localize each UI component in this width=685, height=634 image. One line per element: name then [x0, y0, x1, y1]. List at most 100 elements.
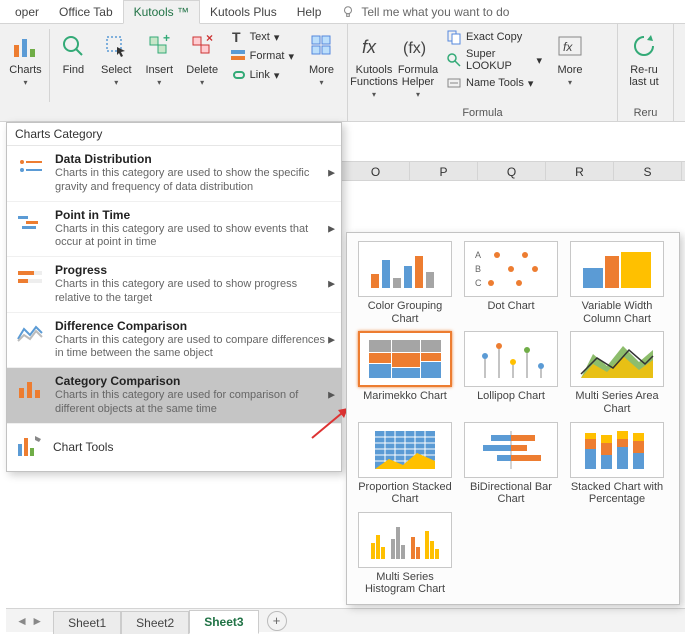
add-sheet-button[interactable]: + — [267, 611, 287, 631]
sheet-scroll-arrows[interactable]: ◄ ► — [6, 614, 53, 628]
gallery-item-label: Proportion Stacked Chart — [355, 478, 455, 506]
ribbon-tabs: oper Office Tab Kutools ™ Kutools Plus H… — [0, 0, 685, 24]
svg-text:×: × — [206, 33, 213, 45]
col-header[interactable]: O — [342, 162, 410, 180]
insert-button[interactable]: + Insert — [138, 26, 181, 91]
chart-thumb-icon — [464, 422, 558, 478]
svg-text:+: + — [163, 33, 170, 45]
name-tools-button[interactable]: Name Tools ▾ — [442, 74, 546, 92]
tell-me-search[interactable]: Tell me what you want to do — [331, 1, 519, 23]
col-header[interactable]: P — [410, 162, 478, 180]
gallery-item-color-grouping[interactable]: Color Grouping Chart — [355, 241, 455, 325]
dropdown-item-desc: Charts in this category are used to show… — [55, 278, 333, 306]
dropdown-item-data-distribution[interactable]: Data DistributionCharts in this category… — [7, 146, 341, 202]
dropdown-item-desc: Charts in this category are used to comp… — [55, 334, 333, 362]
gallery-item-label: Lollipop Chart — [475, 387, 547, 413]
svg-text:A: A — [475, 250, 481, 260]
dropdown-item-category-comparison[interactable]: Category ComparisonCharts in this catego… — [7, 368, 341, 424]
chevron-right-icon: ▶ — [328, 279, 335, 290]
charts-button[interactable]: Charts — [4, 26, 47, 91]
dropdown-item-title: Difference Comparison — [55, 319, 333, 333]
formula-group-label: Formula — [352, 105, 613, 121]
text-button[interactable]: TText ▾ — [226, 28, 298, 46]
gallery-item-lollipop[interactable]: Lollipop Chart — [461, 331, 561, 415]
delete-button[interactable]: × Delete — [181, 26, 224, 91]
tab-kutools[interactable]: Kutools ™ — [123, 0, 200, 24]
link-button[interactable]: Link ▾ — [226, 66, 298, 84]
chart-thumb-icon — [358, 241, 452, 297]
svg-text:T: T — [232, 29, 241, 45]
gallery-item-variable-width[interactable]: Variable Width Column Chart — [567, 241, 667, 325]
fx-icon: fx — [358, 30, 390, 62]
dropdown-item-point-in-time[interactable]: Point in TimeCharts in this category are… — [7, 202, 341, 258]
chevron-right-icon: ▶ — [328, 168, 335, 179]
name-tools-label: Name Tools — [466, 77, 524, 89]
gallery-item-dot[interactable]: ABC Dot Chart — [461, 241, 561, 325]
more2-button[interactable]: fx More — [548, 26, 592, 91]
col-header[interactable]: Q — [478, 162, 546, 180]
gallery-item-label: BiDirectional Bar Chart — [461, 478, 561, 506]
lightbulb-icon — [341, 5, 355, 19]
dropdown-chart-tools[interactable]: Chart Tools — [7, 424, 341, 471]
svg-text:(fx): (fx) — [403, 40, 426, 57]
fx-icon-2: fx — [554, 30, 586, 62]
tab-kutools-plus[interactable]: Kutools Plus — [200, 1, 287, 23]
format-icon — [230, 48, 246, 64]
sheet-tab[interactable]: Sheet1 — [53, 611, 121, 634]
gallery-item-multi-area[interactable]: Multi Series Area Chart — [567, 331, 667, 415]
gallery-item-proportion-stacked[interactable]: Proportion Stacked Chart — [355, 422, 455, 506]
gallery-item-multi-histogram[interactable]: Multi Series Histogram Chart — [355, 512, 455, 596]
super-lookup-label: Super LOOKUP — [466, 48, 532, 72]
rerun-button[interactable]: Re-rulast ut — [622, 26, 666, 92]
gallery-item-label: Multi Series Histogram Chart — [355, 568, 455, 596]
formula-helper-button[interactable]: (fx) Formula Helper — [396, 26, 440, 103]
select-button[interactable]: Select — [95, 26, 138, 91]
tab-help[interactable]: Help — [287, 1, 332, 23]
chevron-right-icon: ▶ — [328, 334, 335, 345]
dropdown-chart-tools-label: Chart Tools — [53, 440, 113, 454]
name-icon — [446, 75, 462, 91]
format-button[interactable]: Format ▾ — [226, 47, 298, 65]
gallery-item-marimekko[interactable]: Marimekko Chart — [355, 331, 455, 415]
super-lookup-button[interactable]: Super LOOKUP ▾ — [442, 47, 546, 73]
kutools-functions-button[interactable]: fx Kutools Functions — [352, 26, 396, 103]
gallery-item-label: Stacked Chart with Percentage — [567, 478, 667, 506]
more-button[interactable]: More — [300, 26, 343, 91]
delete-icon: × — [186, 30, 218, 62]
col-header[interactable]: R — [546, 162, 614, 180]
chart-tools-icon — [15, 434, 43, 461]
chart-thumb-icon — [464, 331, 558, 387]
exact-copy-button[interactable]: Exact Copy — [442, 28, 546, 46]
text-icon: T — [230, 29, 246, 45]
more-icon — [306, 30, 338, 62]
dropdown-item-progress[interactable]: ProgressCharts in this category are used… — [7, 257, 341, 313]
rerun-label: Re-rulast ut — [629, 64, 658, 88]
rerun-group-label: Reru — [622, 105, 669, 121]
dropdown-item-difference-comparison[interactable]: Difference ComparisonCharts in this cate… — [7, 313, 341, 369]
svg-text:C: C — [475, 278, 482, 288]
dropdown-item-title: Data Distribution — [55, 152, 333, 166]
find-button[interactable]: Find — [52, 26, 95, 80]
find-label: Find — [63, 64, 84, 76]
chart-thumb-icon: ABC — [464, 241, 558, 297]
gallery-item-bidirectional-bar[interactable]: BiDirectional Bar Chart — [461, 422, 561, 506]
tab-office-tab[interactable]: Office Tab — [49, 1, 123, 23]
tab-developer[interactable]: oper — [5, 1, 49, 23]
chart-type-gallery: Color Grouping Chart ABC Dot Chart Varia… — [346, 232, 680, 605]
gallery-item-stacked-percentage[interactable]: Stacked Chart with Percentage — [567, 422, 667, 506]
sheet-tabs: ◄ ► Sheet1 Sheet2 Sheet3 + — [6, 608, 685, 632]
select-icon — [100, 30, 132, 62]
chart-thumb-icon — [358, 422, 452, 478]
column-headers: O P Q R S — [342, 161, 685, 181]
col-header[interactable]: S — [614, 162, 682, 180]
gallery-item-label: Multi Series Area Chart — [567, 387, 667, 415]
dropdown-item-desc: Charts in this category are used for com… — [55, 389, 333, 417]
dropdown-item-title: Point in Time — [55, 208, 333, 222]
sheet-tab[interactable]: Sheet2 — [121, 611, 189, 634]
distribution-icon — [15, 152, 45, 180]
sheet-tab[interactable]: Sheet3 — [189, 610, 258, 634]
find-icon — [57, 30, 89, 62]
gallery-item-label: Variable Width Column Chart — [567, 297, 667, 325]
exact-copy-label: Exact Copy — [466, 31, 522, 43]
more2-label: More — [557, 64, 582, 76]
